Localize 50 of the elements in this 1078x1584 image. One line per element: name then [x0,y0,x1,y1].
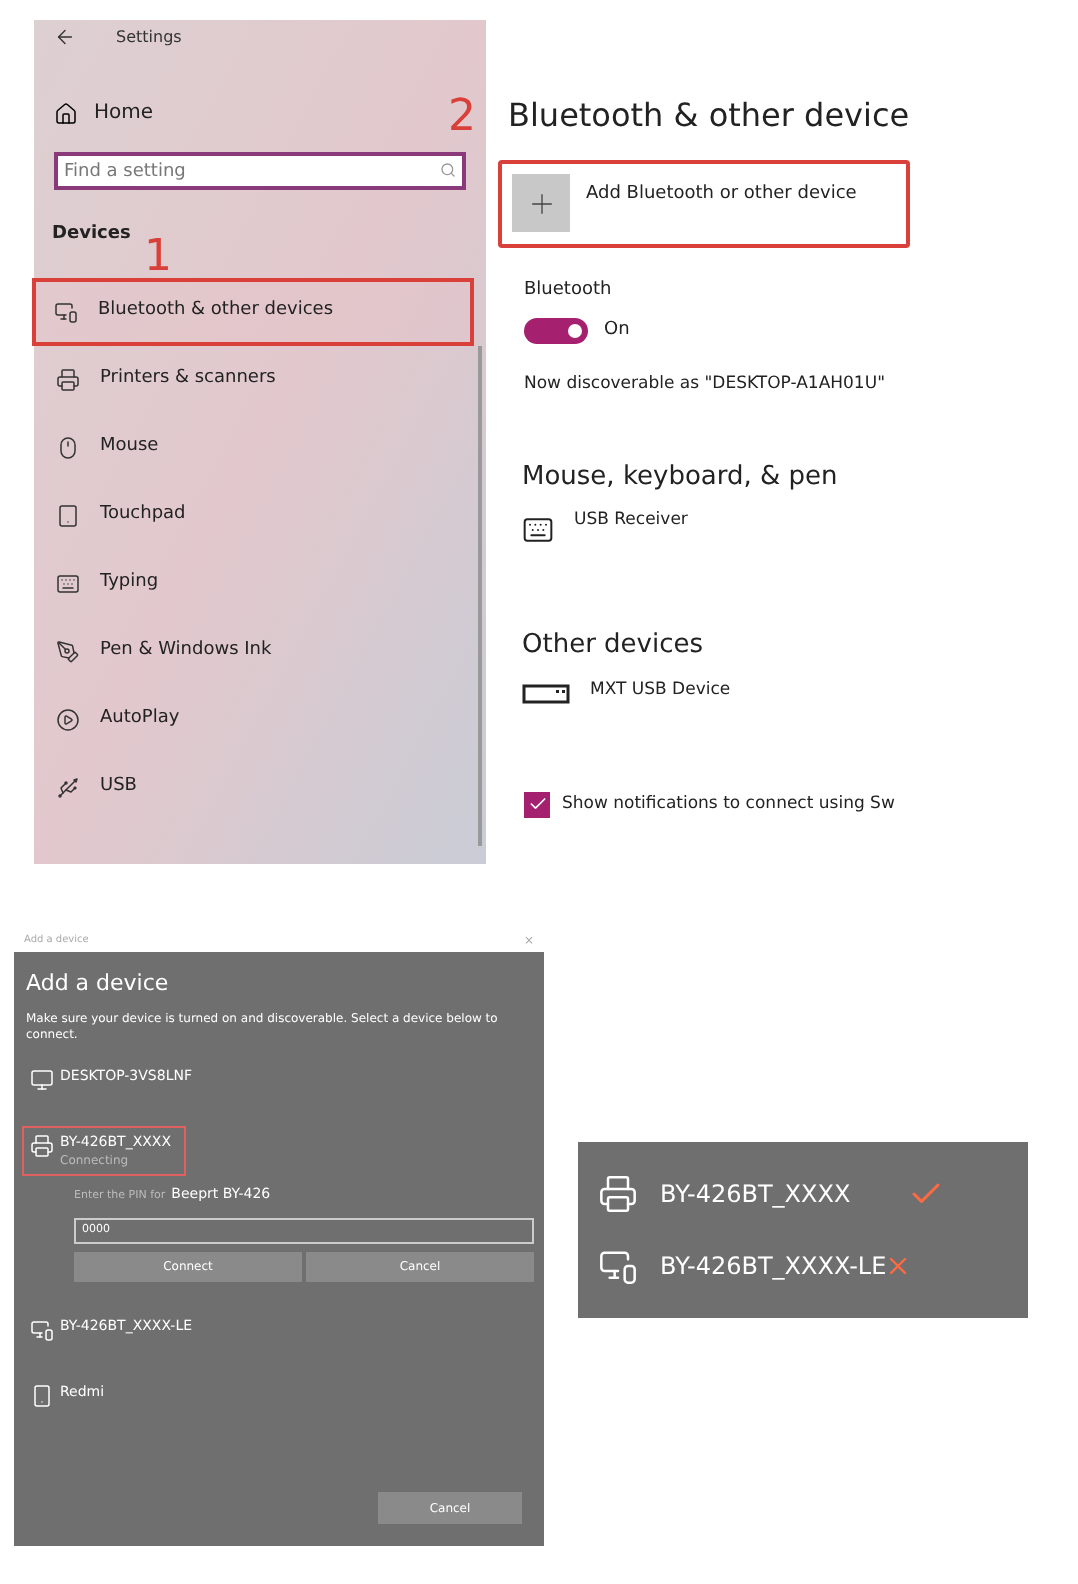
sidebar-item[interactable]: Bluetooth & other devices [32,277,474,345]
sidebar-item[interactable]: AutoPlay [34,685,486,753]
search-field[interactable]: Find a setting [54,152,466,190]
back-icon[interactable] [54,26,76,48]
sidebar-item[interactable]: Mouse [34,413,486,481]
computer-icon [30,1067,54,1091]
step-number: 2 [448,96,476,140]
usb-icon [56,775,80,799]
printer-icon [56,367,80,391]
section-heading: Mouse, keyboard, & pen [522,459,840,496]
mouse-icon [56,435,80,459]
devices-icon [54,299,78,323]
device-name: BY-426BT_XXXX [660,1178,851,1212]
device-name: USB Receiver [574,508,688,534]
pen-icon [56,639,80,663]
home-link[interactable]: Home [94,98,154,128]
touchpad-icon [56,503,80,527]
checkbox[interactable] [524,791,550,818]
bluetooth-toggle[interactable] [524,317,588,344]
sidebar-item[interactable]: Touchpad [34,481,486,549]
sidebar-item[interactable]: USB [34,753,486,821]
dialog-heading: Add a device [26,968,171,1000]
home-icon [54,101,78,125]
check-icon [527,794,547,815]
toggle-state: On [604,317,630,343]
sidebar-item[interactable]: Typing [34,549,486,617]
usb-dongle-icon [522,683,570,704]
section-heading: Other devices [522,628,706,665]
search-icon [440,162,456,178]
printer-icon [30,1133,54,1157]
device-name: MXT USB Device [590,677,731,703]
devices-icon [30,1317,54,1341]
device-name: BY-426BT_XXXX-LE [660,1250,887,1284]
discoverable-text: Now discoverable as "DESKTOP-A1AH01U" [524,372,887,398]
sidebar-item[interactable]: Pen & Windows Ink [34,617,486,685]
phone-icon [30,1383,54,1407]
devices-icon [598,1246,638,1286]
keyboard-icon [522,514,554,547]
page-title: Bluetooth & other device [508,94,912,138]
scrollbar[interactable] [478,346,482,846]
checkbox-label: Show notifications to connect using Sw [562,791,895,818]
add-device-button[interactable]: Add Bluetooth or other device [498,160,910,248]
toggle-label: Bluetooth [524,278,614,304]
section-heading: Devices [50,222,133,248]
play-icon [56,707,80,731]
keyboard-icon [56,571,80,595]
window-title: Settings [116,25,182,49]
sidebar-item[interactable]: Printers & scanners [34,345,486,413]
step-number: 1 [144,236,172,280]
printer-icon [598,1174,638,1214]
